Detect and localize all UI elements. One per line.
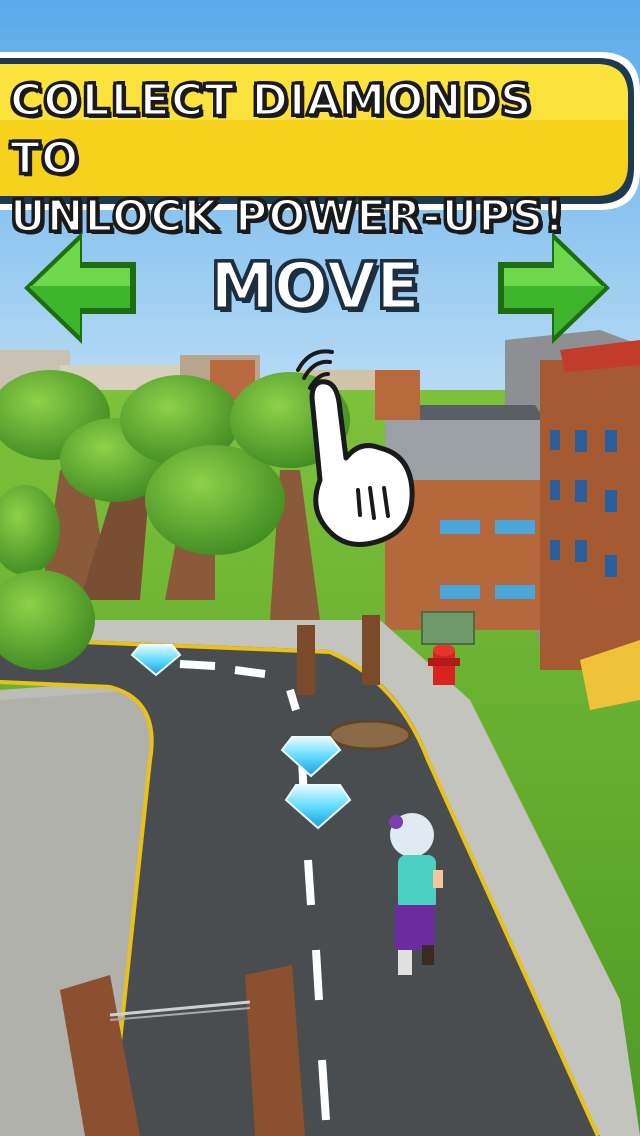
- manhole-cover: [328, 719, 412, 751]
- move-left-button[interactable]: [20, 228, 140, 348]
- move-label: MOVE: [209, 249, 422, 326]
- tutorial-banner-text: COLLECT DIAMONDS TO UNLOCK POWER-UPS!: [9, 74, 566, 244]
- pointing-hand-icon: [296, 349, 415, 547]
- right-arrow-icon: [498, 232, 610, 344]
- left-arrow-icon: [24, 232, 136, 344]
- move-right-button[interactable]: [494, 228, 614, 348]
- electric-box: [421, 611, 475, 645]
